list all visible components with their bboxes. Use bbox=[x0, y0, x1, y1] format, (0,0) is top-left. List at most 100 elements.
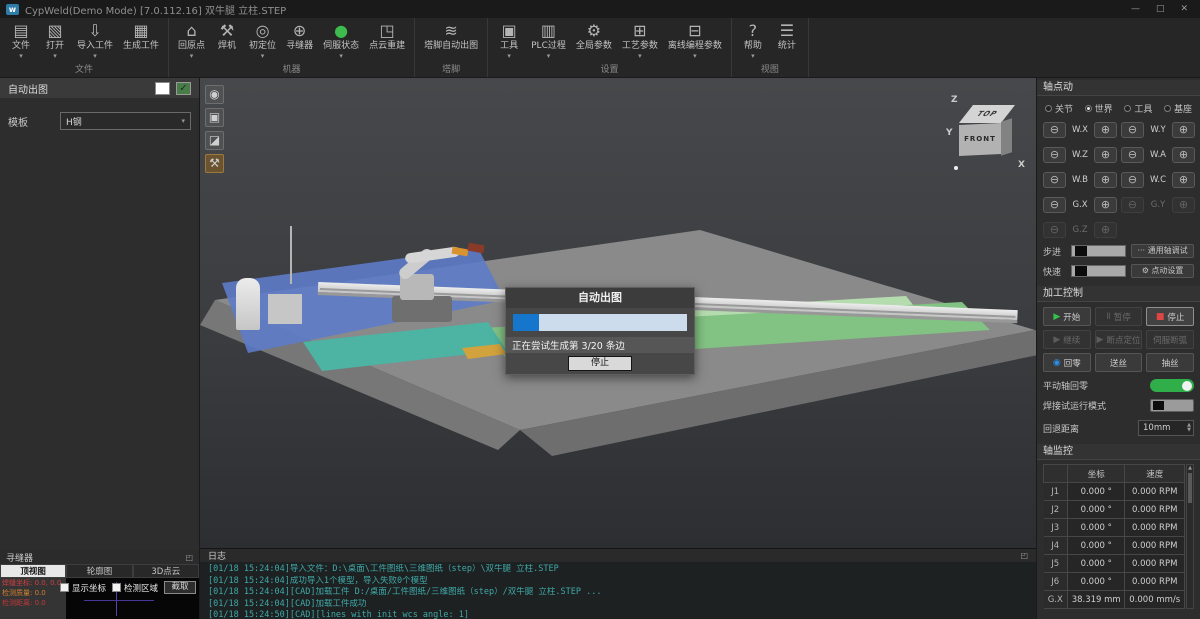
chevron-down-icon: ▾ bbox=[693, 52, 697, 60]
jog-plus-button-W.Z[interactable]: ⊕ bbox=[1094, 147, 1117, 163]
monitor-axis-cell: J3 bbox=[1044, 519, 1068, 537]
checkbox-检测区域[interactable]: 检测区域 bbox=[112, 582, 158, 594]
ribbon-button-全局参数[interactable]: ⚙全局参数 bbox=[571, 20, 617, 61]
ribbon-group-label: 机器 bbox=[173, 64, 410, 77]
ribbon-button-帮助[interactable]: ?帮助▾ bbox=[736, 20, 770, 61]
jog-minus-button-G.X[interactable]: ⊖ bbox=[1043, 197, 1066, 213]
measure-icon[interactable]: ⚒ bbox=[205, 154, 224, 173]
ribbon-button-文件[interactable]: ▤文件▾ bbox=[4, 20, 38, 61]
暂停-icon: Ⅱ bbox=[1106, 312, 1110, 322]
capture-button[interactable]: 截取 bbox=[164, 581, 196, 594]
toggle-switch-焊接试运行模式[interactable] bbox=[1150, 399, 1194, 412]
control-button-label: 抽丝 bbox=[1162, 357, 1179, 369]
ribbon-button-离线编程参数[interactable]: ⊟离线编程参数▾ bbox=[663, 20, 727, 61]
radio-icon bbox=[1164, 105, 1171, 112]
ribbon-button-焊机[interactable]: ⚒焊机 bbox=[210, 20, 244, 61]
tab-轮廓图[interactable]: 轮廓图 bbox=[66, 564, 132, 578]
monitor-row-G.X: G.X38.319 mm0.000 mm/s bbox=[1044, 591, 1185, 609]
control-button-抽丝[interactable]: 抽丝 bbox=[1146, 353, 1194, 372]
retreat-distance-spinner[interactable]: 10mm ▲▼ bbox=[1138, 420, 1194, 436]
ribbon-button-工艺参数[interactable]: ⊞工艺参数▾ bbox=[617, 20, 663, 61]
nav-cube-front-face[interactable]: FRONT bbox=[959, 123, 1001, 156]
jog-plus-button-G.Z: ⊕ bbox=[1094, 222, 1117, 238]
fast-slider[interactable] bbox=[1071, 265, 1126, 277]
ribbon-button-生成工件[interactable]: ▦生成工件 bbox=[118, 20, 164, 61]
ribbon-button-初定位[interactable]: ◎初定位▾ bbox=[244, 20, 281, 61]
log-line: [01/18 15:24:04][CAD]加载工件 D:/桌面/工件图纸/三维图… bbox=[208, 587, 1028, 599]
ribbon-button-点云重建[interactable]: ◳点云重建 bbox=[364, 20, 410, 61]
ribbon-button-工具[interactable]: ▣工具▾ bbox=[492, 20, 526, 61]
control-button-label: 回零 bbox=[1064, 357, 1081, 369]
servo-status-icon: ● bbox=[334, 21, 348, 41]
jog-plus-button-W.Y[interactable]: ⊕ bbox=[1172, 122, 1195, 138]
jog-plus-button-W.C[interactable]: ⊕ bbox=[1172, 172, 1195, 188]
ribbon-button-伺服状态[interactable]: ●伺服状态▾ bbox=[318, 20, 364, 61]
maximize-button[interactable]: □ bbox=[1156, 4, 1165, 14]
checkbox-显示坐标[interactable]: 显示坐标 bbox=[60, 582, 106, 594]
monitor-coord-cell: 0.000 ° bbox=[1068, 483, 1125, 501]
scroll-up-icon[interactable]: ▲ bbox=[1187, 465, 1193, 471]
control-button-回零[interactable]: ◉回零 bbox=[1043, 353, 1091, 372]
minimize-button[interactable]: — bbox=[1131, 4, 1140, 14]
control-button-开始[interactable]: ▶开始 bbox=[1043, 307, 1091, 326]
chevron-down-icon: ▾ bbox=[507, 52, 511, 60]
monitor-axis-cell: J5 bbox=[1044, 555, 1068, 573]
close-button[interactable]: ✕ bbox=[1180, 4, 1188, 14]
stop-dialog-button[interactable]: 停止 bbox=[568, 356, 632, 371]
jog-minus-button-W.Z[interactable]: ⊖ bbox=[1043, 147, 1066, 163]
ribbon-button-打开[interactable]: ▧打开▾ bbox=[38, 20, 72, 61]
log-entries[interactable]: [01/18 15:24:04]导入文件：D:\桌面\工件图纸\三维图纸（ste… bbox=[200, 562, 1036, 619]
section-view-icon[interactable]: ◪ bbox=[205, 131, 224, 150]
title-bar: w CypWeld(Demo Mode) [7.0.112.16] 双牛腿 立柱… bbox=[0, 0, 1200, 18]
jog-minus-button-W.X[interactable]: ⊖ bbox=[1043, 122, 1066, 138]
monitor-scrollbar[interactable]: ▲ bbox=[1186, 464, 1194, 609]
radio-icon bbox=[1085, 105, 1092, 112]
3d-viewport[interactable]: ◉▣◪⚒ TOP FRONT Z Y X 自动出图 正在尝试生成第 3/20 条… bbox=[200, 78, 1036, 548]
log-panel: 日志 ◰ [01/18 15:24:04]导入文件：D:\桌面\工件图纸\三维图… bbox=[200, 548, 1036, 619]
jog-plus-button-G.X[interactable]: ⊕ bbox=[1094, 197, 1117, 213]
expand-icon[interactable]: ◰ bbox=[185, 553, 193, 562]
log-expand-icon[interactable]: ◰ bbox=[1020, 551, 1028, 560]
jog-mode-关节[interactable]: 关节 bbox=[1045, 102, 1073, 115]
ribbon-button-回原点[interactable]: ⌂回原点▾ bbox=[173, 20, 210, 61]
axis-debug-button[interactable]: ··· 通用轴调试 bbox=[1131, 244, 1194, 258]
plc-process-icon: ▥ bbox=[541, 21, 556, 41]
jog-mode-世界[interactable]: 世界 bbox=[1085, 102, 1113, 115]
jog-plus-button-W.X[interactable]: ⊕ bbox=[1094, 122, 1117, 138]
jog-minus-button-W.B[interactable]: ⊖ bbox=[1043, 172, 1066, 188]
iso-view-icon[interactable]: ▣ bbox=[205, 108, 224, 127]
control-button-label: 继续 bbox=[1063, 334, 1080, 346]
ribbon-button-PLC过程[interactable]: ▥PLC过程▾ bbox=[526, 20, 571, 61]
ribbon-button-label: 回原点 bbox=[178, 41, 205, 52]
control-button-停止[interactable]: ■停止 bbox=[1146, 307, 1194, 326]
spinner-arrows-icon[interactable]: ▲▼ bbox=[1187, 423, 1193, 433]
ribbon-button-统计[interactable]: ☰统计 bbox=[770, 20, 804, 61]
crosshair-horizontal bbox=[84, 600, 154, 601]
jog-mode-工具[interactable]: 工具 bbox=[1124, 102, 1152, 115]
jog-axis-label: G.Z bbox=[1069, 225, 1091, 235]
color-swatch[interactable] bbox=[155, 82, 170, 95]
fit-view-icon[interactable]: ◉ bbox=[205, 85, 224, 104]
tab-顶视图[interactable]: 顶视图 bbox=[0, 564, 66, 578]
ribbon-group-机器: ⌂回原点▾⚒焊机◎初定位▾⊕寻缝器●伺服状态▾◳点云重建机器 bbox=[169, 18, 415, 77]
navigation-cube[interactable]: TOP FRONT Z Y X bbox=[942, 90, 1026, 176]
step-slider[interactable] bbox=[1071, 245, 1126, 257]
toggle-switch-平动轴回零[interactable] bbox=[1150, 379, 1194, 392]
jog-minus-button-W.A[interactable]: ⊖ bbox=[1121, 147, 1144, 163]
jog-minus-button-W.Y[interactable]: ⊖ bbox=[1121, 122, 1144, 138]
jog-plus-button-W.A[interactable]: ⊕ bbox=[1172, 147, 1195, 163]
jog-minus-button-W.C[interactable]: ⊖ bbox=[1121, 172, 1144, 188]
ribbon-button-导入工件[interactable]: ⇩导入工件▾ bbox=[72, 20, 118, 61]
nav-cube-right-face[interactable] bbox=[1001, 118, 1012, 156]
tab-3D点云[interactable]: 3D点云 bbox=[133, 564, 199, 578]
jog-settings-button[interactable]: ⚙ 点动设置 bbox=[1131, 264, 1194, 278]
control-button-label: 伺服断弧 bbox=[1153, 334, 1187, 346]
jog-plus-button-W.B[interactable]: ⊕ bbox=[1094, 172, 1117, 188]
control-button-label: 送丝 bbox=[1110, 357, 1127, 369]
ribbon-button-塔脚自动出图[interactable]: ≋塔脚自动出图 bbox=[419, 20, 483, 61]
auto-draw-checkbox[interactable]: ✓ bbox=[176, 82, 191, 95]
control-button-送丝[interactable]: 送丝 bbox=[1095, 353, 1143, 372]
template-select[interactable]: H钢 ▾ bbox=[60, 112, 191, 130]
jog-mode-基座[interactable]: 基座 bbox=[1164, 102, 1192, 115]
ribbon-button-寻缝器[interactable]: ⊕寻缝器 bbox=[281, 20, 318, 61]
